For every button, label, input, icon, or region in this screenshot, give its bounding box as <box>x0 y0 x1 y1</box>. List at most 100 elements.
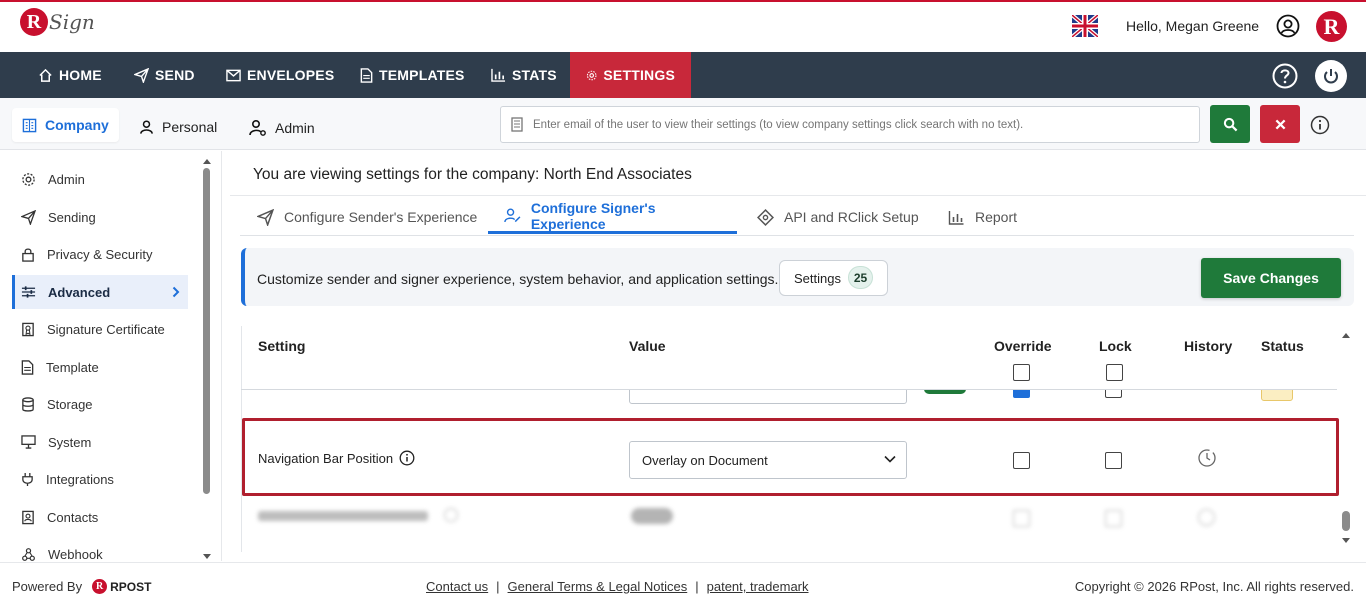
gear-icon <box>22 172 35 186</box>
sidebar-item-label: Advanced <box>48 284 111 300</box>
nav-settings[interactable]: SETTINGS <box>570 52 691 98</box>
webhook-icon <box>22 547 35 561</box>
plug-icon <box>22 472 33 486</box>
clear-search-button[interactable] <box>1260 105 1300 143</box>
nav-envelopes[interactable]: ENVELOPES <box>226 52 334 98</box>
settings-count-badge: 25 <box>848 266 873 289</box>
blurred-toggle <box>631 508 673 524</box>
send-icon <box>134 67 149 83</box>
lock-all-checkbox[interactable] <box>1106 364 1123 381</box>
table-row <box>241 390 1337 414</box>
user-greeting: Hello, Megan Greene <box>1126 18 1260 34</box>
monitor-icon <box>21 435 36 449</box>
sidebar-item-template[interactable]: Template <box>12 350 188 384</box>
logout-button[interactable] <box>1315 60 1347 92</box>
col-header-lock: Lock <box>1099 338 1132 354</box>
sidebar-item-label: Admin <box>48 171 85 187</box>
setting-label: Navigation Bar Position <box>258 451 394 466</box>
tab-report[interactable]: Report <box>948 200 1017 234</box>
sidebar-item-label: Integrations <box>46 471 114 487</box>
value-select[interactable] <box>629 390 907 404</box>
terms-link[interactable]: General Terms & Legal Notices <box>508 579 688 594</box>
main-nav: HOME SEND ENVELOPES TEMPLATES STATS SETT… <box>0 52 1366 98</box>
sidebar-item-contacts[interactable]: Contacts <box>12 500 188 534</box>
tab-configure-signer[interactable]: Configure Signer's Experience <box>488 200 737 234</box>
override-checkbox-checked[interactable] <box>1013 390 1030 398</box>
sidebar-item-integrations[interactable]: Integrations <box>12 462 188 496</box>
info-icon[interactable] <box>1310 115 1330 135</box>
search-input[interactable] <box>533 118 1193 131</box>
nav-home[interactable]: HOME <box>38 52 102 98</box>
tab-configure-sender[interactable]: Configure Sender's Experience <box>257 200 477 234</box>
history-icon[interactable] <box>1197 448 1217 468</box>
sidebar-item-label: Privacy & Security <box>47 246 153 262</box>
sidebar-item-label: Sending <box>48 209 96 225</box>
person-icon <box>140 120 153 134</box>
banner-text: Customize sender and signer experience, … <box>257 271 779 287</box>
bar-chart-icon <box>948 210 964 225</box>
save-changes-button[interactable]: Save Changes <box>1201 258 1341 298</box>
col-header-override: Override <box>994 338 1052 354</box>
logo-text: Sign <box>49 10 95 34</box>
copyright-text: Copyright © 2026 RPost, Inc. All rights … <box>1074 579 1354 594</box>
nav-home-label: HOME <box>59 67 102 83</box>
sidebar-scroll-thumb[interactable] <box>203 168 210 494</box>
rpost-logo[interactable]: R RPOST <box>92 579 151 594</box>
sidebar-item-signature-certificate[interactable]: Signature Certificate <box>12 312 188 346</box>
sidebar-item-label: Signature Certificate <box>47 321 165 337</box>
nav-templates[interactable]: TEMPLATES <box>360 52 465 98</box>
link-separator: | <box>496 579 500 594</box>
toggle-switch[interactable] <box>924 390 966 394</box>
help-icon[interactable] <box>1272 63 1298 89</box>
status-badge <box>1261 390 1293 401</box>
sidebar-item-privacy-security[interactable]: Privacy & Security <box>12 237 188 271</box>
envelope-icon <box>226 69 241 81</box>
nav-settings-label: SETTINGS <box>603 67 675 83</box>
lock-checkbox[interactable] <box>1105 452 1122 469</box>
blurred-checkbox <box>1013 510 1030 527</box>
table-scroll-thumb[interactable] <box>1342 511 1350 531</box>
user-email-search[interactable] <box>500 106 1200 143</box>
uk-flag-icon[interactable] <box>1072 15 1098 37</box>
sidebar-item-sending[interactable]: Sending <box>12 200 188 234</box>
blurred-checkbox <box>1105 510 1122 527</box>
sidebar-item-advanced[interactable]: Advanced <box>12 275 188 309</box>
sidebar-item-admin[interactable]: Admin <box>12 162 188 196</box>
nav-send[interactable]: SEND <box>134 52 195 98</box>
search-button[interactable] <box>1210 105 1250 143</box>
sidebar-item-label: Template <box>46 359 99 375</box>
patent-link[interactable]: patent, trademark <box>707 579 809 594</box>
divider <box>230 195 1366 196</box>
building-icon <box>22 118 37 132</box>
tab-company-label: Company <box>45 117 109 133</box>
notepad-icon <box>511 117 523 132</box>
navigation-bar-position-select[interactable]: Overlay on Document <box>629 441 907 479</box>
nav-stats-label: STATS <box>512 67 557 83</box>
user-profile-icon[interactable] <box>1276 14 1300 38</box>
tab-admin[interactable]: Admin <box>249 111 315 145</box>
tab-api-rclick[interactable]: API and RClick Setup <box>757 200 919 234</box>
info-icon[interactable] <box>399 450 415 466</box>
tab-company[interactable]: Company <box>12 108 119 142</box>
sidebar-item-storage[interactable]: Storage <box>12 387 188 421</box>
link-separator: | <box>695 579 699 594</box>
nav-stats[interactable]: STATS <box>491 52 557 98</box>
tab-personal[interactable]: Personal <box>139 110 217 144</box>
tab-label: Report <box>975 209 1018 225</box>
lock-checkbox[interactable] <box>1105 390 1122 398</box>
sidebar-item-label: Storage <box>47 396 93 412</box>
powered-by: Powered By R RPOST <box>12 579 151 594</box>
tab-label: Configure Sender's Experience <box>284 209 478 225</box>
contact-us-link[interactable]: Contact us <box>426 579 488 594</box>
tab-underline <box>240 235 1354 236</box>
chevron-right-icon <box>172 286 180 298</box>
override-checkbox[interactable] <box>1013 452 1030 469</box>
sliders-icon <box>21 286 36 298</box>
table-row-blurred <box>241 500 1337 552</box>
brand-avatar[interactable]: R <box>1316 11 1347 42</box>
send-icon <box>257 208 274 226</box>
sidebar-item-system[interactable]: System <box>12 425 188 459</box>
sidebar-item-label: Webhook <box>48 546 103 562</box>
rsign-logo[interactable]: R Sign <box>20 8 95 36</box>
override-all-checkbox[interactable] <box>1013 364 1030 381</box>
